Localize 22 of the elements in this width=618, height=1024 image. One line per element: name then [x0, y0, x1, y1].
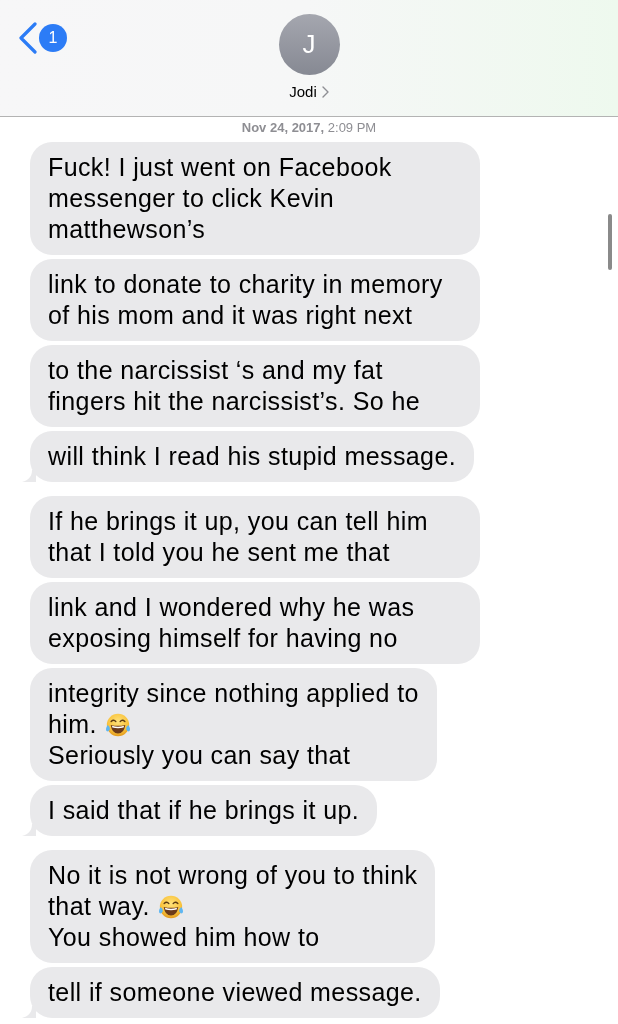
message-text: No it is not wrong of you to think	[48, 861, 418, 889]
message-text: to the narcissist ‘s and my fat fingers hit the narcissist’s. So he	[48, 356, 421, 415]
message-text: him.	[48, 710, 97, 738]
message-text: integrity since nothing applied to	[48, 679, 419, 707]
contact-avatar[interactable]: J	[278, 14, 340, 75]
message-text: will think I read his stupid message.	[48, 442, 457, 470]
message-text: If he brings it up, you can tell him that I told you he sent me that	[48, 507, 428, 566]
message-text: tell if someone viewed message.	[48, 978, 422, 1006]
unread-badge: 1	[39, 24, 67, 52]
chevron-left-icon	[18, 22, 38, 54]
message-text: You showed him how to	[48, 923, 320, 951]
message-text: link and I wondered why he was exposing himself for having no	[48, 593, 415, 652]
message-text: that way.	[48, 892, 150, 920]
message-timestamp: Nov 24, 2017, 2:09 PM	[241, 119, 377, 137]
chevron-right-icon	[321, 86, 329, 98]
message-text: Fuck! I just went on Facebook messenger to click Kevin matthewson’s	[48, 153, 392, 243]
message-text: link to donate to charity in memory of his mom and it was right next	[48, 270, 443, 329]
back-button[interactable]: 1	[18, 22, 67, 54]
contact-name-button[interactable]: Jodi	[289, 82, 329, 102]
scroll-indicator	[608, 214, 612, 270]
message-text: I said that if he brings it up.	[48, 796, 360, 824]
message-text: Seriously you can say that	[48, 741, 351, 769]
